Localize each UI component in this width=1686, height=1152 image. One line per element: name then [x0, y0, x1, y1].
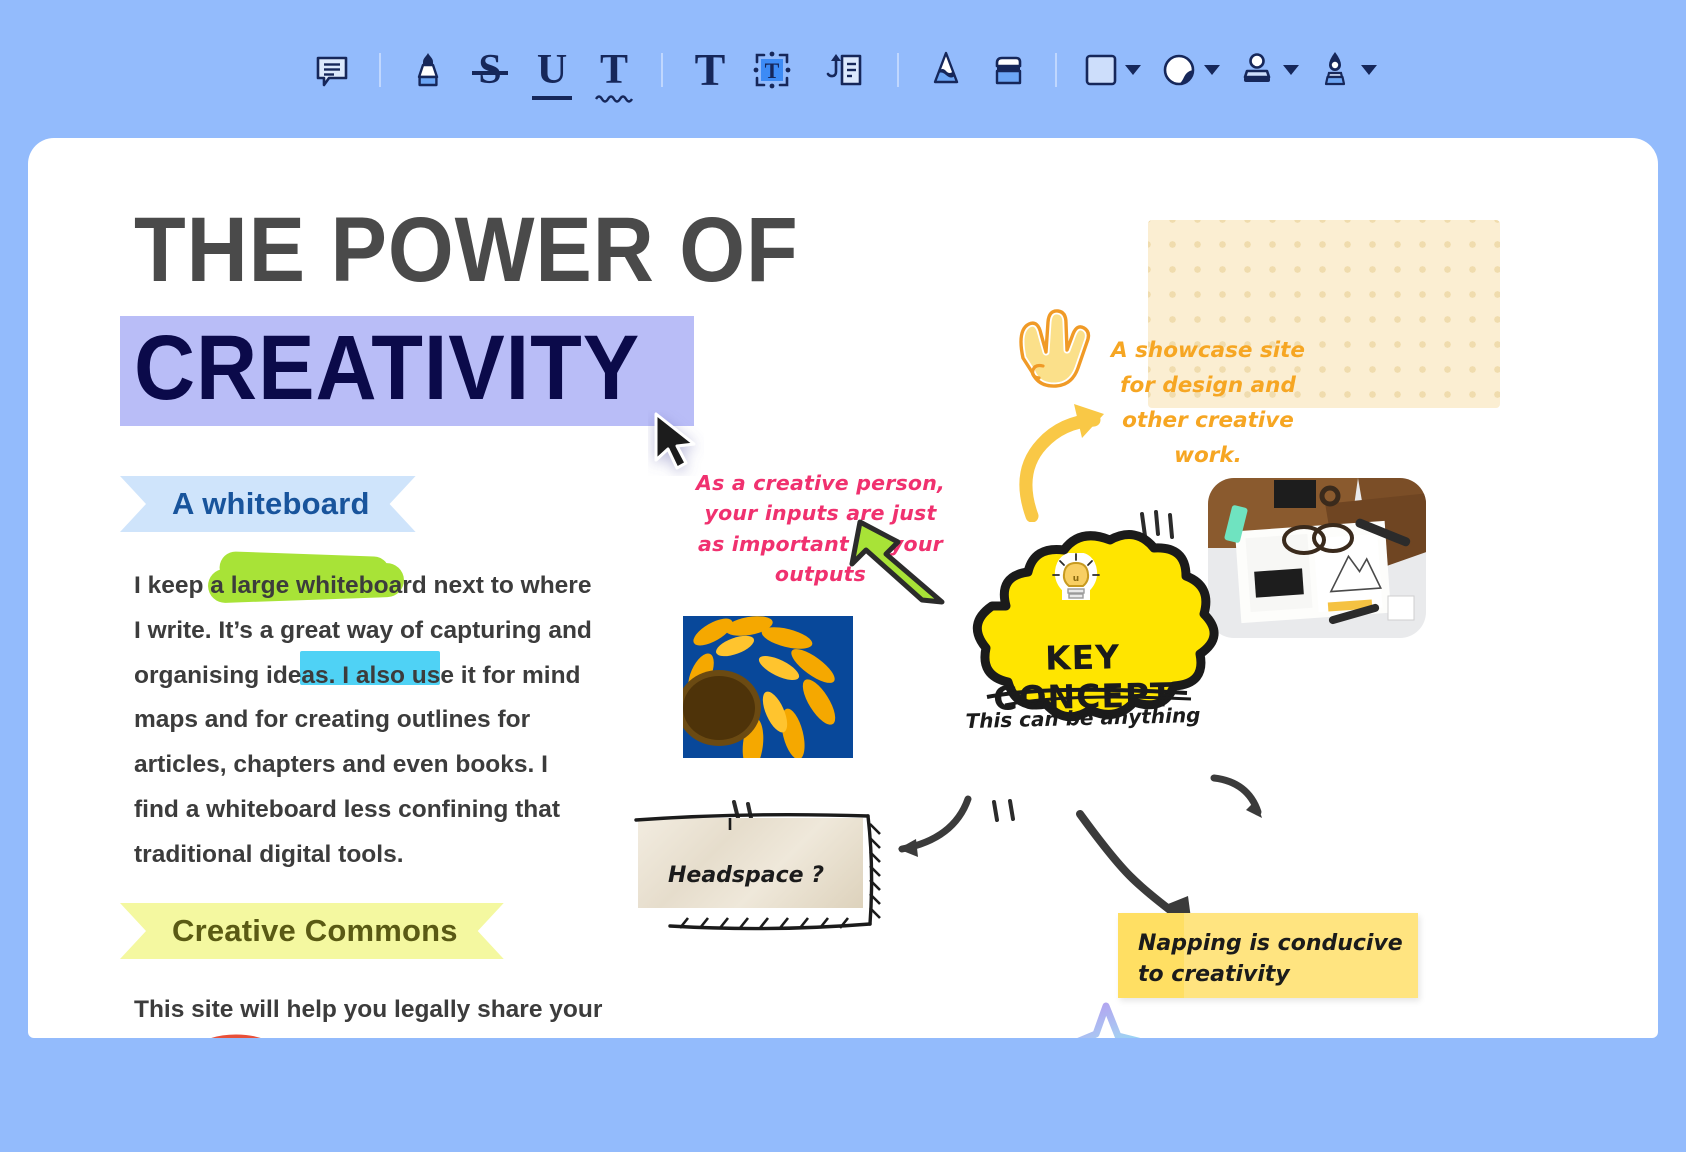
shape-color-icon [1085, 54, 1116, 86]
comment-icon-button[interactable] [301, 34, 363, 106]
stamp-icon [1243, 53, 1270, 82]
comment-icon [316, 56, 348, 87]
body-paragraph-whiteboard: I keep a large whiteboard next to where … [134, 564, 596, 878]
desk-journal-photo-content [1208, 478, 1426, 638]
black-arrow-right [1210, 774, 1262, 818]
opacity-icon [1163, 54, 1194, 86]
text-icon-button[interactable]: T [679, 34, 741, 106]
orange-annotation: A showcase site for design and other cre… [1108, 333, 1308, 473]
insert-text-icon-button[interactable] [803, 34, 881, 106]
squiggly-underline-icon-button[interactable]: T [583, 34, 645, 106]
toolbar-separator-1 [379, 53, 381, 87]
highlighter-icon [417, 53, 439, 87]
orange-annotation-text: A showcase site for design and other cre… [1110, 338, 1305, 469]
chevron-down-icon[interactable] [1124, 65, 1141, 75]
gradient-star-sticker[interactable] [1066, 1000, 1146, 1038]
strikethrough-icon: S [472, 49, 508, 91]
eraser-icon-button[interactable] [977, 34, 1039, 106]
eraser-icon [995, 56, 1022, 85]
toolbar-separator-4 [1055, 53, 1057, 87]
chevron-down-icon[interactable] [1203, 65, 1220, 75]
section-heading-whiteboard-label: A whiteboard [172, 486, 370, 521]
sunflower-photo-content [683, 616, 853, 758]
red-arc-decoration [211, 1034, 261, 1038]
yellow-arrow [1019, 404, 1104, 522]
headspace-note-text: Headspace ? [668, 863, 824, 888]
sunflower-photo[interactable] [683, 616, 853, 758]
strikethrough-icon-button[interactable]: S [459, 34, 521, 106]
squiggly-underline-icon: T [594, 49, 634, 103]
body-paragraph-whiteboard-text: I keep a large whiteboard next to where … [134, 572, 592, 868]
insert-text-icon [826, 54, 862, 86]
section-heading-whiteboard: A whiteboard [120, 476, 416, 532]
chevron-down-icon[interactable] [1282, 65, 1299, 75]
lightbulb-sticker[interactable]: u [1050, 553, 1102, 611]
pen-nib-icon [1324, 52, 1345, 86]
section-heading-creative-commons: Creative Commons [120, 903, 504, 959]
black-arrow-left [898, 795, 972, 857]
svg-text:u: u [1073, 574, 1079, 584]
section-heading-cc-label: Creative Commons [172, 913, 458, 948]
shape-color-button[interactable] [1073, 34, 1151, 106]
tick-marks-bottom [992, 799, 1015, 822]
board-surface[interactable]: THE POWER OF CREATIVITY A whiteboard I k… [28, 138, 1658, 1038]
page-title-line2-highlight: CREATIVITY [120, 316, 695, 426]
mouse-pointer-cursor [654, 412, 696, 470]
whiteboard-canvas[interactable]: THE POWER OF CREATIVITY A whiteboard I k… [28, 138, 1658, 1038]
highlighter-icon-button[interactable] [397, 34, 459, 106]
toolbar: S U T T T [0, 0, 1686, 140]
pen-nib-button[interactable] [1307, 34, 1385, 106]
opacity-button[interactable] [1151, 34, 1229, 106]
desk-journal-photo[interactable] [1208, 478, 1426, 638]
pencil-icon-button[interactable] [915, 34, 977, 106]
underline-icon: U [531, 49, 573, 100]
text-box-icon: T [753, 51, 791, 89]
page-title-line2: CREATIVITY [134, 317, 641, 419]
pencil-icon [933, 51, 959, 84]
toolbar-separator-3 [897, 53, 899, 87]
text-icon: T [694, 44, 726, 95]
text-box-icon-button[interactable]: T [741, 34, 803, 106]
underline-icon-button[interactable]: U [521, 34, 583, 106]
stamp-button[interactable] [1229, 34, 1307, 106]
napping-note-text: Napping is conducive to creativity [1138, 931, 1403, 988]
toolbar-separator-2 [661, 53, 663, 87]
svg-text:T: T [765, 58, 780, 83]
chevron-down-icon[interactable] [1360, 65, 1377, 75]
page-title-line1: THE POWER OF [134, 199, 799, 301]
peace-hand-sticker[interactable] [1013, 306, 1095, 402]
